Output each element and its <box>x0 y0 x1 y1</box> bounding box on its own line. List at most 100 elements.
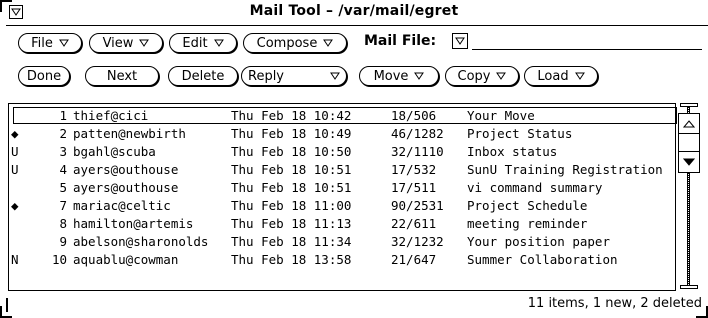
triangle-down-icon <box>455 37 465 45</box>
message-flag: U <box>11 144 19 159</box>
message-size: 22/611 <box>391 216 437 231</box>
message-number: 3 <box>59 144 67 159</box>
message-date: Thu Feb 18 10:50 <box>231 144 352 159</box>
triangle-down-icon <box>323 39 334 47</box>
message-flag: ◆ <box>11 198 19 213</box>
message-subject: meeting reminder <box>467 216 588 231</box>
file-label: File <box>31 35 53 51</box>
message-date: Thu Feb 18 10:51 <box>231 162 352 177</box>
message-row[interactable]: U 4 ayers@outhouse Thu Feb 18 10:51 17/532 Su… <box>9 161 675 179</box>
message-subject: Project Schedule <box>467 198 588 213</box>
message-date: Thu Feb 18 11:00 <box>231 198 352 213</box>
message-number: 2 <box>59 126 67 141</box>
reply-menu-button[interactable]: Reply <box>241 66 347 86</box>
message-date: Thu Feb 18 11:34 <box>231 234 352 249</box>
message-sender: thief@cici <box>73 108 149 123</box>
mail-file-input[interactable] <box>472 33 702 49</box>
message-row[interactable]: 8 hamilton@artemis Thu Feb 18 11:13 22/611 m… <box>9 215 675 233</box>
file-menu-button[interactable]: File <box>18 33 82 53</box>
status-text: 11 items, 1 new, 2 deleted <box>527 296 702 311</box>
message-sender: abelson@sharonolds <box>73 234 209 249</box>
scroll-down-arrow-icon[interactable] <box>679 152 699 171</box>
message-subject: Your Move <box>467 108 535 123</box>
window-footer-divider <box>6 298 8 312</box>
message-subject: SunU Training Registration <box>467 162 663 177</box>
message-row[interactable]: ◆ 2 patten@newbirth Thu Feb 18 10:49 46/1282… <box>9 125 675 143</box>
message-sender: mariac@celtic <box>73 198 171 213</box>
message-date: Thu Feb 18 10:51 <box>231 180 352 195</box>
message-size: 46/1282 <box>391 126 444 141</box>
message-subject: Inbox status <box>467 144 558 159</box>
triangle-down-icon <box>58 39 69 47</box>
compose-menu-button[interactable]: Compose <box>243 33 347 53</box>
next-button[interactable]: Next <box>85 66 159 86</box>
triangle-down-icon <box>414 72 425 80</box>
message-row[interactable]: 1 thief@cici Thu Feb 18 10:42 18/506 Your Mo… <box>9 107 677 125</box>
done-label: Done <box>26 68 62 84</box>
message-size: 32/1110 <box>391 144 444 159</box>
message-date: Thu Feb 18 13:58 <box>231 252 352 267</box>
move-menu-button[interactable]: Move <box>359 66 439 86</box>
message-size: 17/532 <box>391 162 437 177</box>
scroll-up-arrow-icon[interactable] <box>679 114 699 133</box>
copy-menu-button[interactable]: Copy <box>445 66 519 86</box>
scrollbar-bottom-anchor[interactable] <box>680 285 698 289</box>
message-flag: ◆ <box>11 126 19 141</box>
triangle-down-icon <box>213 39 224 47</box>
message-sender: ayers@outhouse <box>73 162 179 177</box>
message-row[interactable]: 9 abelson@sharonolds Thu Feb 18 11:34 32/12… <box>9 233 675 251</box>
message-row[interactable]: 5 ayers@outhouse Thu Feb 18 10:51 17/511 vi … <box>9 179 675 197</box>
message-row[interactable]: U 3 bgahl@scuba Thu Feb 18 10:50 32/1110 Inbo… <box>9 143 675 161</box>
message-number: 5 <box>59 180 67 195</box>
triangle-down-icon <box>330 72 340 80</box>
mail-file-menu-button[interactable] <box>452 33 468 49</box>
message-sender: hamilton@artemis <box>73 216 194 231</box>
window-title: Mail Tool – /var/mail/egret <box>249 3 459 19</box>
message-subject: Project Status <box>467 126 573 141</box>
load-menu-button[interactable]: Load <box>524 66 598 86</box>
triangle-down-icon <box>139 39 150 47</box>
mail-tool-window: Mail Tool – /var/mail/egret File View Ed… <box>0 0 708 318</box>
message-subject: Summer Collaboration <box>467 252 618 267</box>
mail-file-input-underline <box>472 49 702 50</box>
move-label: Move <box>373 68 409 84</box>
title-divider <box>6 25 708 26</box>
message-size: 17/511 <box>391 180 437 195</box>
message-size: 90/2531 <box>391 198 444 213</box>
scrollbar-elevator[interactable] <box>678 113 700 173</box>
compose-label: Compose <box>256 35 318 51</box>
view-label: View <box>102 35 134 51</box>
message-sender: ayers@outhouse <box>73 180 179 195</box>
view-menu-button[interactable]: View <box>89 33 163 53</box>
next-label: Next <box>106 68 138 84</box>
message-number: 1 <box>59 108 67 123</box>
scrollbar-drag-area[interactable] <box>679 133 699 152</box>
message-subject: vi command summary <box>467 180 603 195</box>
message-subject: Your position paper <box>467 234 610 249</box>
title-bar: Mail Tool – /var/mail/egret <box>0 0 708 24</box>
message-size: 18/506 <box>391 108 437 123</box>
message-row[interactable]: N 10 aquablu@cowman Thu Feb 18 13:58 21/647 S… <box>9 251 675 269</box>
delete-button[interactable]: Delete <box>168 66 238 86</box>
message-number: 8 <box>59 216 67 231</box>
message-flag: U <box>11 162 19 177</box>
message-sender: aquablu@cowman <box>73 252 179 267</box>
delete-label: Delete <box>181 68 225 84</box>
message-row[interactable]: ◆ 7 mariac@celtic Thu Feb 18 11:00 90/2531 Pr… <box>9 197 675 215</box>
message-size: 32/1232 <box>391 234 444 249</box>
message-number: 10 <box>51 252 67 267</box>
edit-label: Edit <box>182 35 208 51</box>
mail-file-label: Mail File: <box>364 33 437 49</box>
scrollbar[interactable] <box>678 103 700 291</box>
message-list[interactable]: 1 thief@cici Thu Feb 18 10:42 18/506 Your Mo… <box>8 103 677 291</box>
triangle-down-icon <box>574 72 585 80</box>
triangle-down-icon <box>496 72 507 80</box>
message-sender: bgahl@scuba <box>73 144 156 159</box>
load-label: Load <box>537 68 569 84</box>
copy-label: Copy <box>457 68 491 84</box>
message-date: Thu Feb 18 10:49 <box>231 126 352 141</box>
message-number: 7 <box>59 198 67 213</box>
edit-menu-button[interactable]: Edit <box>169 33 237 53</box>
message-number: 4 <box>59 162 67 177</box>
done-button[interactable]: Done <box>18 66 70 86</box>
